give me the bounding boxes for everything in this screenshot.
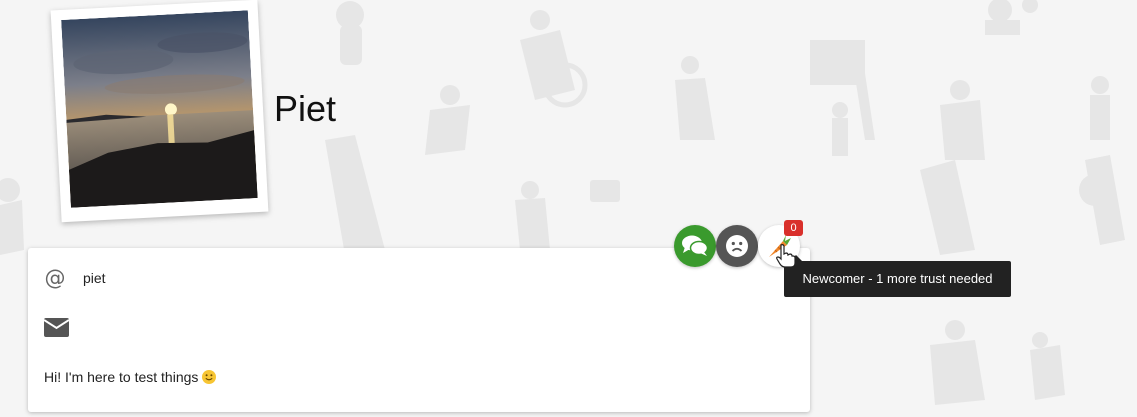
profile-photo-frame[interactable] <box>50 0 269 223</box>
trust-tooltip: Newcomer - 1 more trust needed <box>784 255 1011 297</box>
profile-name: Piet <box>274 88 337 129</box>
sunset-photo <box>61 10 258 208</box>
email-row[interactable] <box>43 318 70 341</box>
at-icon: @ <box>44 266 66 290</box>
frown-face-icon <box>726 235 748 257</box>
profile-photo[interactable] <box>61 10 258 208</box>
about-message: Hi! I'm here to test things <box>44 369 199 385</box>
chat-button[interactable] <box>674 225 716 267</box>
about-text: Hi! I'm here to test things <box>44 369 217 385</box>
chat-bubbles-icon <box>682 235 708 256</box>
hand-cursor-icon <box>776 244 796 268</box>
trust-count-badge: 0 <box>784 220 803 236</box>
smiley-emoji-icon <box>202 370 217 384</box>
envelope-icon[interactable] <box>43 318 70 337</box>
profile-card: @ piet Hi! I'm here to test things <box>28 248 810 412</box>
username: piet <box>83 270 106 286</box>
username-row: @ piet <box>44 267 106 289</box>
report-button[interactable] <box>716 225 758 267</box>
